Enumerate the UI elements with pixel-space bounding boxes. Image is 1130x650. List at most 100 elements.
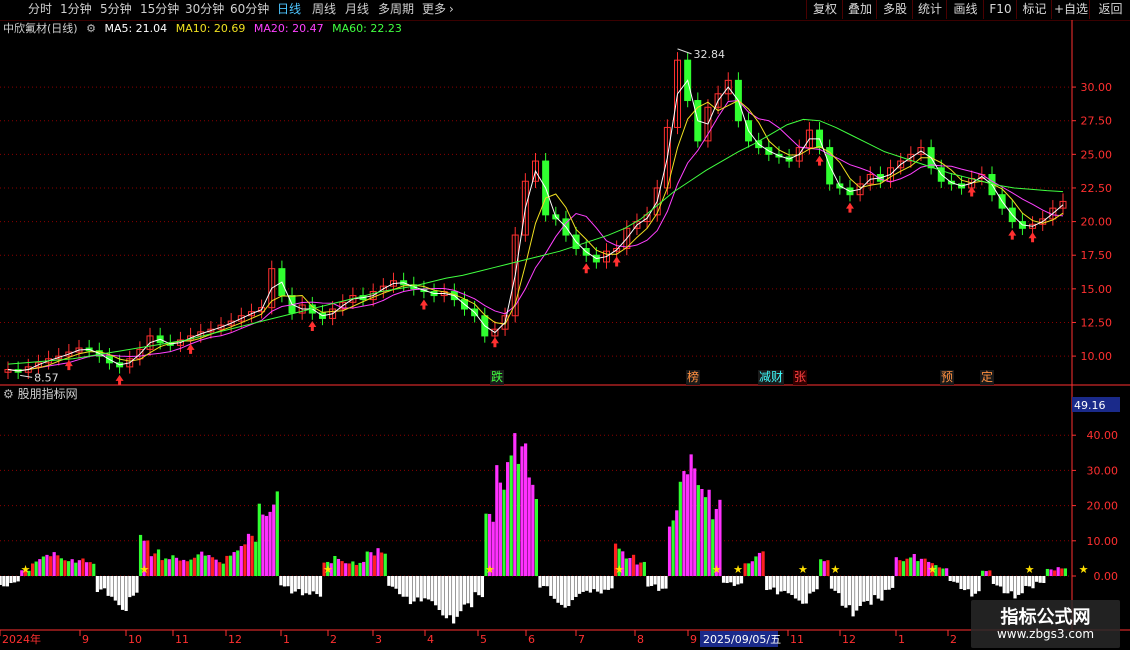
- indicator-bar: [41, 556, 45, 576]
- high-marker-line: [677, 48, 692, 55]
- indicator-bar: [401, 576, 405, 597]
- indicator-bar: [747, 563, 751, 576]
- event-tag-3[interactable]: 张: [793, 370, 808, 385]
- indicator-bar: [855, 576, 859, 611]
- indicator-bar: [1009, 576, 1014, 592]
- indicator-bar: [581, 576, 585, 592]
- buy-arrow-icon: [1028, 232, 1037, 243]
- indicator-bar: [646, 576, 650, 587]
- indicator-bar: [577, 576, 582, 594]
- indicator-bar: [941, 568, 945, 576]
- indicator-bar: [448, 576, 452, 616]
- indicator-bar: [362, 561, 366, 576]
- indicator-bar: [480, 576, 485, 598]
- indicator-bar: [502, 489, 506, 576]
- indicator-bar: [470, 576, 474, 608]
- indicator-bar: [822, 561, 826, 576]
- indicator-bar: [977, 576, 981, 592]
- indicator-bar: [412, 576, 416, 602]
- low-marker-line: [20, 374, 33, 378]
- indicator-bar: [981, 570, 985, 576]
- indicator-bar: [743, 563, 747, 576]
- indicator-bar: [128, 576, 132, 598]
- watermark: 指标公式网 www.zbgs3.com: [971, 600, 1120, 648]
- date-tick-label: 11: [175, 633, 189, 646]
- price-tick-label: 15.00: [1081, 283, 1113, 296]
- indicator-bar: [991, 576, 996, 584]
- event-tag-5[interactable]: 定: [980, 370, 995, 385]
- event-tag-4[interactable]: 预: [940, 370, 955, 385]
- indicator-bar: [891, 576, 895, 588]
- indicator-bar: [272, 504, 276, 576]
- indicator-bar: [984, 571, 988, 576]
- star-signal-icon: ★: [830, 563, 840, 576]
- indicator-bar: [524, 443, 528, 576]
- indicator-bar: [290, 576, 294, 594]
- indicator-bar: [48, 556, 53, 576]
- indicator-bar: [394, 576, 398, 589]
- indicator-bar: [340, 561, 344, 576]
- indicator-bar: [1013, 576, 1017, 599]
- indicator-bar: [74, 562, 78, 576]
- indicator-bar: [185, 561, 189, 576]
- indicator-bar: [318, 576, 323, 597]
- indicator-bar: [437, 576, 441, 611]
- indicator-bar: [563, 576, 567, 608]
- indicator-bar: [268, 511, 272, 576]
- indicator-bar: [365, 551, 369, 576]
- buy-arrow-icon: [612, 256, 621, 267]
- indicator-bar: [1049, 569, 1053, 576]
- indicator-bar: [117, 576, 121, 606]
- price-tick-label: 12.50: [1081, 316, 1113, 329]
- event-tag-0[interactable]: 跌: [490, 370, 505, 385]
- indicator-bar: [506, 462, 510, 576]
- indicator-bar: [311, 576, 315, 592]
- indicator-bar: [862, 576, 866, 602]
- indicator-bar: [671, 520, 675, 576]
- indicator-bar: [106, 576, 110, 596]
- indicator-bar: [390, 576, 395, 587]
- indicator-bar: [1027, 576, 1032, 587]
- indicator-bar: [603, 576, 607, 590]
- indicator-toggle-icon[interactable]: ⚙: [3, 387, 14, 401]
- indicator-bar: [761, 551, 765, 576]
- indicator-bar: [768, 576, 772, 590]
- indicator-bar: [81, 558, 85, 576]
- price-tick-label: 10.00: [1081, 350, 1113, 363]
- indicator-bar: [595, 576, 600, 592]
- event-tag-2[interactable]: 减财: [758, 370, 785, 385]
- indicator-bar: [369, 552, 373, 576]
- indicator-bar: [815, 576, 819, 590]
- indicator-bar: [207, 555, 211, 576]
- buy-arrow-icon: [308, 321, 317, 332]
- indicator-bar: [5, 576, 9, 587]
- price-tick-label: 20.00: [1081, 216, 1113, 229]
- indicator-bar: [739, 576, 744, 584]
- indicator-bar: [88, 562, 92, 576]
- indicator-bar: [1017, 576, 1021, 595]
- star-signal-icon: ★: [928, 563, 938, 576]
- indicator-bar: [2, 576, 6, 587]
- date-cursor-label: 2025/09/05/五: [703, 633, 781, 646]
- indicator-bar: [757, 552, 762, 576]
- indicator-bar: [462, 576, 467, 605]
- indicator-bar: [545, 576, 549, 587]
- indicator-bar: [12, 576, 17, 583]
- indicator-bar: [574, 576, 578, 597]
- indicator-bar: [923, 558, 927, 576]
- price-and-indicator-chart[interactable]: 30.0027.5025.0022.5020.0017.5015.0012.50…: [0, 0, 1130, 650]
- indicator-bar: [754, 556, 758, 576]
- indicator-bar: [315, 576, 319, 595]
- date-tick-label: 2: [950, 633, 957, 646]
- indicator-bar: [196, 554, 200, 576]
- indicator-bar: [59, 558, 63, 576]
- indicator-bar: [250, 535, 254, 576]
- price-tick-label: 27.50: [1081, 115, 1113, 128]
- buy-arrow-icon: [419, 299, 428, 310]
- indicator-bar: [246, 533, 251, 576]
- indicator-bar: [304, 576, 308, 594]
- indicator-bar: [174, 557, 179, 576]
- indicator-bar: [398, 576, 402, 595]
- event-tag-1[interactable]: 榜: [686, 370, 701, 385]
- star-signal-icon: ★: [21, 563, 31, 576]
